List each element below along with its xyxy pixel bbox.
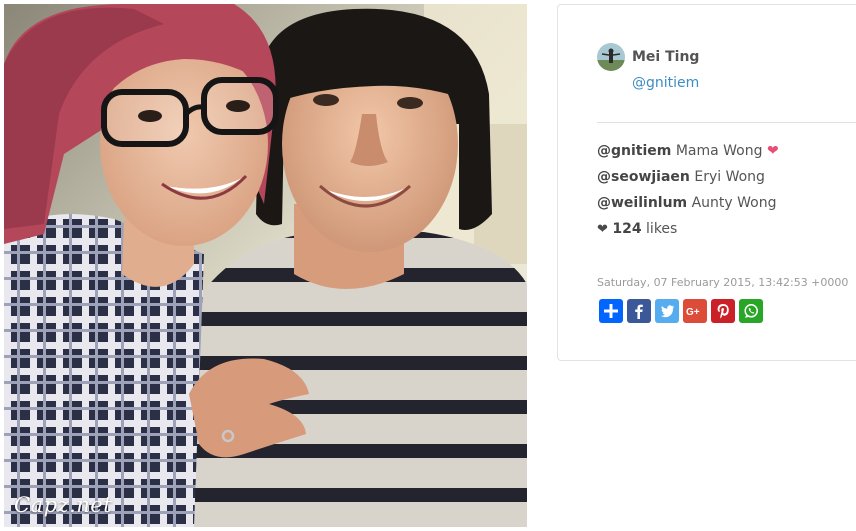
share-google-plus-button[interactable]: G+: [683, 299, 707, 323]
pinterest-icon: [717, 304, 729, 319]
share-whatsapp-button[interactable]: [739, 299, 763, 323]
post-info-card: Mei Ting @gnitiem @gnitiem Mama Wong ❤ @…: [557, 4, 856, 361]
likes-row: ❤ 124 likes: [597, 221, 779, 247]
tag-handle-link[interactable]: @weilinlum: [597, 195, 687, 211]
tag-label: Aunty Wong: [691, 195, 777, 211]
tag-row-seowjiaen: @seowjiaen Eryi Wong: [597, 169, 779, 195]
likes-heart-icon: ❤: [597, 222, 608, 237]
post-timestamp: Saturday, 07 February 2015, 13:42:53 +00…: [597, 276, 849, 289]
photo-illustration: [4, 4, 527, 527]
divider: [597, 122, 856, 123]
photo-watermark: Capz.net: [14, 493, 113, 517]
tag-handle-link[interactable]: @seowjiaen: [597, 169, 690, 185]
likes-count: 124: [612, 221, 642, 237]
likes-label: likes: [646, 221, 678, 237]
tag-label: Mama Wong: [675, 143, 763, 159]
post-photo[interactable]: Capz.net: [4, 4, 527, 527]
tag-label: Eryi Wong: [694, 169, 765, 185]
heart-icon: ❤: [766, 143, 779, 159]
author-handle-link[interactable]: @gnitiem: [632, 75, 699, 91]
whatsapp-icon: [744, 304, 758, 318]
share-twitter-button[interactable]: [655, 299, 679, 323]
facebook-icon: [635, 304, 643, 319]
share-plus-button[interactable]: [599, 299, 623, 323]
tag-row-gnitiem: @gnitiem Mama Wong ❤: [597, 143, 779, 169]
tag-row-weilinlum: @weilinlum Aunty Wong: [597, 195, 779, 221]
avatar[interactable]: [597, 43, 625, 71]
svg-text:G+: G+: [686, 307, 700, 318]
share-facebook-button[interactable]: [627, 299, 651, 323]
author-name[interactable]: Mei Ting: [632, 49, 699, 65]
avatar-photo: [597, 43, 625, 71]
twitter-icon: [660, 305, 674, 318]
share-pinterest-button[interactable]: [711, 299, 735, 323]
tagged-users-list: @gnitiem Mama Wong ❤ @seowjiaen Eryi Won…: [597, 143, 779, 247]
google-plus-icon: G+: [686, 307, 700, 318]
tag-handle-link[interactable]: @gnitiem: [597, 143, 671, 159]
page: Capz.net Mei Ting @gnitiem @gnitiem Mama…: [0, 0, 856, 531]
share-buttons: G+: [599, 299, 763, 323]
plus-icon: [604, 304, 618, 318]
